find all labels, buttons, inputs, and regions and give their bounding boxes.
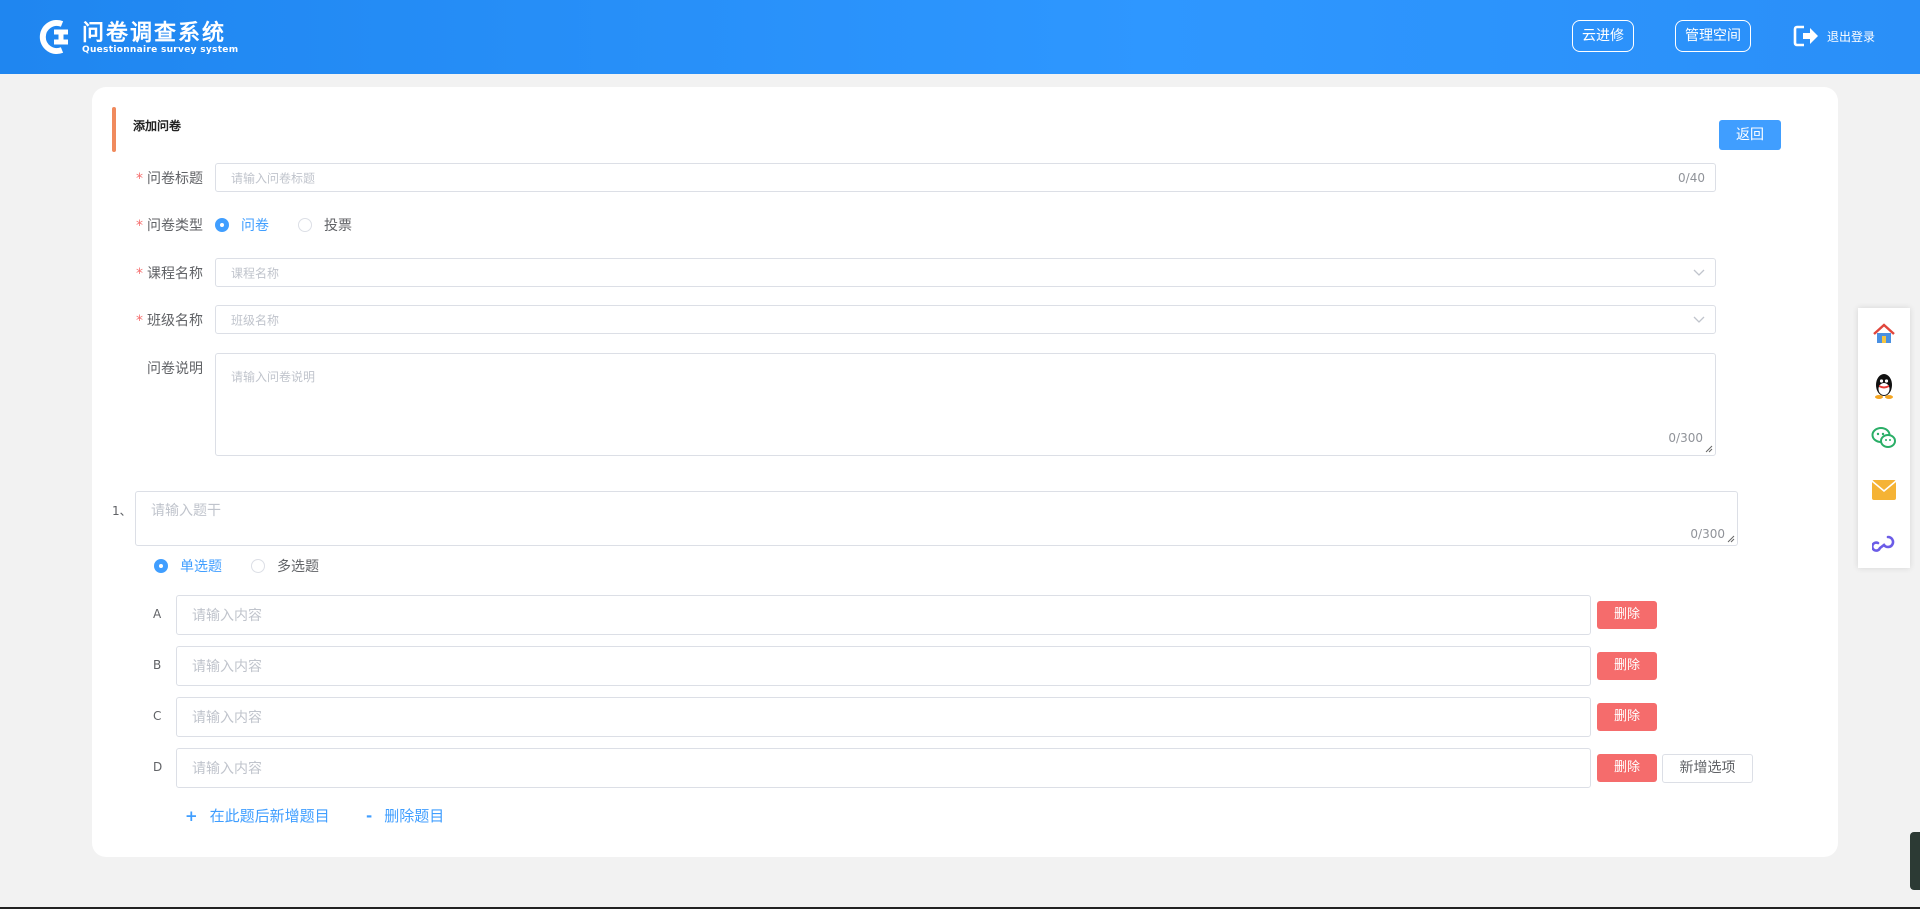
option-input[interactable]: 请输入内容 <box>176 646 1591 686</box>
stem-placeholder: 请输入题干 <box>151 503 221 519</box>
option-letter: B <box>153 658 162 672</box>
option-input[interactable]: 请输入内容 <box>176 748 1591 788</box>
desc-count: 0/300 <box>1668 431 1703 445</box>
desc-placeholder: 请输入问卷说明 <box>231 370 316 384</box>
mail-button[interactable] <box>1858 464 1910 516</box>
delete-option-button[interactable]: 删除 <box>1597 703 1657 731</box>
class-select[interactable]: 班级名称 <box>215 305 1716 334</box>
logout-button[interactable]: 退出登录 <box>1793 24 1875 48</box>
manage-space-button[interactable]: 管理空间 <box>1675 20 1751 52</box>
radio-unchecked-icon <box>251 559 265 573</box>
course-select[interactable]: 课程名称 <box>215 258 1716 287</box>
wechat-button[interactable] <box>1858 412 1910 464</box>
title-input[interactable]: 请输入问卷标题 0/40 <box>215 163 1716 192</box>
add-question-link[interactable]: + 在此题后新增题目 <box>185 805 330 826</box>
course-label: * 课程名称 <box>136 266 203 282</box>
home-icon <box>1873 323 1895 343</box>
home-button[interactable] <box>1858 308 1910 360</box>
radio-checked-icon <box>154 559 168 573</box>
desc-label: 问卷说明 <box>147 361 203 377</box>
option-placeholder: 请输入内容 <box>192 659 262 675</box>
chevron-down-icon <box>1693 269 1705 276</box>
option-letter: D <box>153 760 163 774</box>
class-placeholder: 班级名称 <box>231 313 280 327</box>
title-label: * 问卷标题 <box>136 171 203 187</box>
qq-button[interactable] <box>1858 360 1910 412</box>
course-placeholder: 课程名称 <box>231 266 280 280</box>
kind-radio-multiple[interactable]: 多选题 <box>251 556 319 576</box>
top-header: 问卷调查系统 Questionnaire survey system 云进修 管… <box>0 0 1920 74</box>
section-title: 添加问卷 <box>133 119 182 133</box>
delete-question-link[interactable]: - 删除题目 <box>366 805 444 826</box>
stem-count: 0/300 <box>1690 527 1725 541</box>
question-stem-textarea[interactable]: 请输入题干 0/300 <box>135 491 1738 546</box>
delete-option-button[interactable]: 删除 <box>1597 754 1657 782</box>
app-subtitle: Questionnaire survey system <box>82 45 239 55</box>
cloud-study-button[interactable]: 云进修 <box>1572 20 1634 52</box>
wechat-icon <box>1871 427 1896 448</box>
plus-icon: + <box>185 807 198 825</box>
side-handle[interactable] <box>1910 832 1920 890</box>
qq-icon <box>1875 374 1893 399</box>
delete-option-button[interactable]: 删除 <box>1597 652 1657 680</box>
option-input[interactable]: 请输入内容 <box>176 595 1591 635</box>
resize-grip-icon[interactable] <box>1727 535 1735 543</box>
kind-radio-single[interactable]: 单选题 <box>154 556 222 576</box>
form-card <box>92 87 1838 857</box>
class-label: * 班级名称 <box>136 313 203 329</box>
logout-label: 退出登录 <box>1827 29 1876 44</box>
back-button[interactable]: 返回 <box>1719 120 1781 150</box>
title-count: 0/40 <box>1678 170 1705 185</box>
logout-icon <box>1793 25 1818 47</box>
chevron-down-icon <box>1693 316 1705 323</box>
logo-icon <box>39 20 68 54</box>
type-radio-vote[interactable]: 投票 <box>298 215 352 235</box>
minus-icon: - <box>366 807 373 825</box>
option-letter: A <box>153 607 162 621</box>
app-title: 问卷调查系统 <box>82 21 227 46</box>
resize-grip-icon[interactable] <box>1705 445 1713 453</box>
radio-unchecked-icon <box>298 218 312 232</box>
float-toolbar <box>1858 308 1910 568</box>
question-number: 1、 <box>112 504 132 518</box>
option-placeholder: 请输入内容 <box>192 608 262 624</box>
option-input[interactable]: 请输入内容 <box>176 697 1591 737</box>
delete-option-button[interactable]: 删除 <box>1597 601 1657 629</box>
desc-textarea[interactable]: 请输入问卷说明 0/300 <box>215 353 1716 456</box>
link-icon <box>1872 535 1895 552</box>
type-label: * 问卷类型 <box>136 218 203 234</box>
section-marker <box>112 107 116 152</box>
title-placeholder: 请输入问卷标题 <box>231 171 316 185</box>
option-letter: C <box>153 709 162 723</box>
radio-checked-icon <box>215 218 229 232</box>
type-radio-survey[interactable]: 问卷 <box>215 215 269 235</box>
mail-icon <box>1871 480 1897 500</box>
add-option-button[interactable]: 新增选项 <box>1662 754 1753 783</box>
option-placeholder: 请输入内容 <box>192 710 262 726</box>
link-button[interactable] <box>1858 516 1910 568</box>
option-placeholder: 请输入内容 <box>192 761 262 777</box>
